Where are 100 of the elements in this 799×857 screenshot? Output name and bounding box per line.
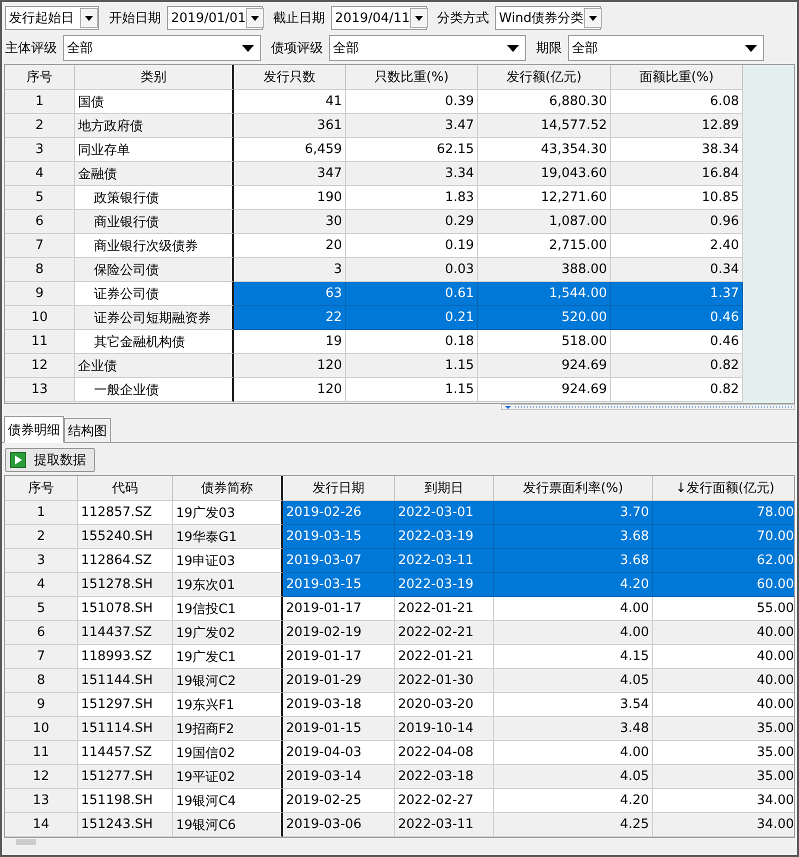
caret-icon: [507, 44, 519, 52]
table-cell: 2019-03-18: [283, 693, 395, 717]
table-cell: 企业债: [75, 354, 234, 378]
table-cell: 同业存单: [75, 138, 234, 162]
table-cell: 3.68: [494, 525, 653, 549]
table-cell: 金融债: [75, 162, 234, 186]
table-cell: 2019-01-17: [283, 597, 395, 621]
dropdown[interactable]: 全部: [63, 35, 261, 61]
table-cell: 4: [5, 573, 78, 597]
table-cell: 7: [5, 645, 78, 669]
filter-label: 主体评级: [5, 40, 58, 57]
column-header[interactable]: 只数比重(%): [346, 65, 478, 90]
dropdown[interactable]: 全部: [329, 35, 526, 61]
table-cell: 190: [234, 186, 346, 210]
table-cell: 商业银行次级债券: [75, 234, 234, 258]
table-cell: 361: [234, 114, 346, 138]
column-header[interactable]: 类别: [75, 65, 234, 90]
table-cell: 6.08: [611, 90, 743, 114]
table-cell: 10: [5, 306, 75, 330]
table-cell: 11: [5, 330, 75, 354]
table-cell: 62.00: [653, 549, 794, 573]
table-cell: 924.69: [478, 354, 611, 378]
table-cell: 19银河C2: [173, 669, 283, 693]
table-cell: 14,577.52: [478, 114, 611, 138]
table-cell: 政策银行债: [75, 186, 234, 210]
table-cell: 2022-03-19: [395, 525, 494, 549]
column-header[interactable]: 序号: [5, 65, 75, 90]
table-cell: 151243.SH: [78, 813, 173, 837]
table-cell: 347: [234, 162, 346, 186]
column-header[interactable]: 面额比重(%): [611, 65, 743, 90]
filter-label: 开始日期: [108, 10, 162, 27]
tab[interactable]: 债券明细: [4, 416, 64, 443]
table-cell: 13: [5, 378, 75, 402]
table-cell: 4.20: [494, 573, 653, 597]
table-cell: 地方政府债: [75, 114, 234, 138]
table-cell: 2022-03-01: [395, 501, 494, 525]
table-cell: 6,880.30: [478, 90, 611, 114]
table-cell: 4.25: [494, 813, 653, 837]
table-cell: 118993.SZ: [78, 645, 173, 669]
dropdown[interactable]: 2019/01/01: [167, 6, 263, 30]
dropdown[interactable]: 发行起始日: [5, 6, 99, 30]
table-cell: 10.85: [611, 186, 743, 210]
table-cell: 3: [5, 549, 78, 573]
table-cell: 保险公司债: [75, 258, 234, 282]
dropdown[interactable]: 全部: [568, 35, 764, 61]
table-cell: 2022-01-21: [395, 645, 494, 669]
table-cell: 2019-02-19: [283, 621, 395, 645]
table-cell: 19银河C6: [173, 813, 283, 837]
table-cell: 22: [234, 306, 346, 330]
table-cell: 3.47: [346, 114, 478, 138]
table-cell: 1,087.00: [478, 210, 611, 234]
column-header[interactable]: 发行日期: [283, 476, 395, 501]
table-cell: 112857.SZ: [78, 501, 173, 525]
table-cell: 40.00: [653, 693, 794, 717]
caret-icon: [745, 44, 757, 52]
table-cell: 2019-02-26: [283, 501, 395, 525]
dropdown[interactable]: 2019/04/11: [331, 6, 427, 30]
table-cell: 70.00: [653, 525, 794, 549]
table-cell: 2022-03-11: [395, 813, 494, 837]
table-cell: 518.00: [478, 330, 611, 354]
table-cell: 2: [5, 114, 75, 138]
table-cell: 151144.SH: [78, 669, 173, 693]
caret-icon: [80, 8, 98, 28]
table-cell: 19广发02: [173, 621, 283, 645]
table-cell: 3.70: [494, 501, 653, 525]
splitter-handle[interactable]: [501, 404, 795, 410]
column-header[interactable]: 发行额(亿元): [478, 65, 611, 90]
column-header[interactable]: 序号: [5, 476, 78, 501]
filter-label: 分类方式: [436, 10, 490, 27]
column-header[interactable]: 债券简称: [173, 476, 283, 501]
table-cell: 6,459: [234, 138, 346, 162]
table-cell: 12,271.60: [478, 186, 611, 210]
table-cell: 78.00: [653, 501, 794, 525]
table-cell: 2019-04-03: [283, 741, 395, 765]
column-header[interactable]: 代码: [78, 476, 173, 501]
table-cell: 2022-03-19: [395, 573, 494, 597]
scrollbar-thumb[interactable]: [16, 839, 36, 845]
table-cell: 其它金融机构债: [75, 330, 234, 354]
table-cell: 1: [5, 501, 78, 525]
table-cell: 35.00: [653, 741, 794, 765]
column-header[interactable]: 到期日: [395, 476, 494, 501]
table-cell: 19,043.60: [478, 162, 611, 186]
fetch-data-button[interactable]: 提取数据: [5, 448, 95, 472]
table-cell: 520.00: [478, 306, 611, 330]
tab[interactable]: 结构图: [64, 418, 111, 442]
table-cell: 2022-02-21: [395, 621, 494, 645]
table-cell: 151278.SH: [78, 573, 173, 597]
table-cell: 19广发03: [173, 501, 283, 525]
table-cell: 2019-03-06: [283, 813, 395, 837]
table-cell: 151078.SH: [78, 597, 173, 621]
table-cell: 7: [5, 234, 75, 258]
table-cell: 4.05: [494, 669, 653, 693]
table-cell: 0.19: [346, 234, 478, 258]
column-header[interactable]: 发行只数: [234, 65, 346, 90]
table-cell: 3: [234, 258, 346, 282]
dropdown[interactable]: Wind债券分类: [495, 6, 601, 30]
table-cell: 2022-03-18: [395, 765, 494, 789]
column-header[interactable]: 发行票面利率(%): [494, 476, 653, 501]
table-cell: 1: [5, 90, 75, 114]
table-cell: 3.34: [346, 162, 478, 186]
